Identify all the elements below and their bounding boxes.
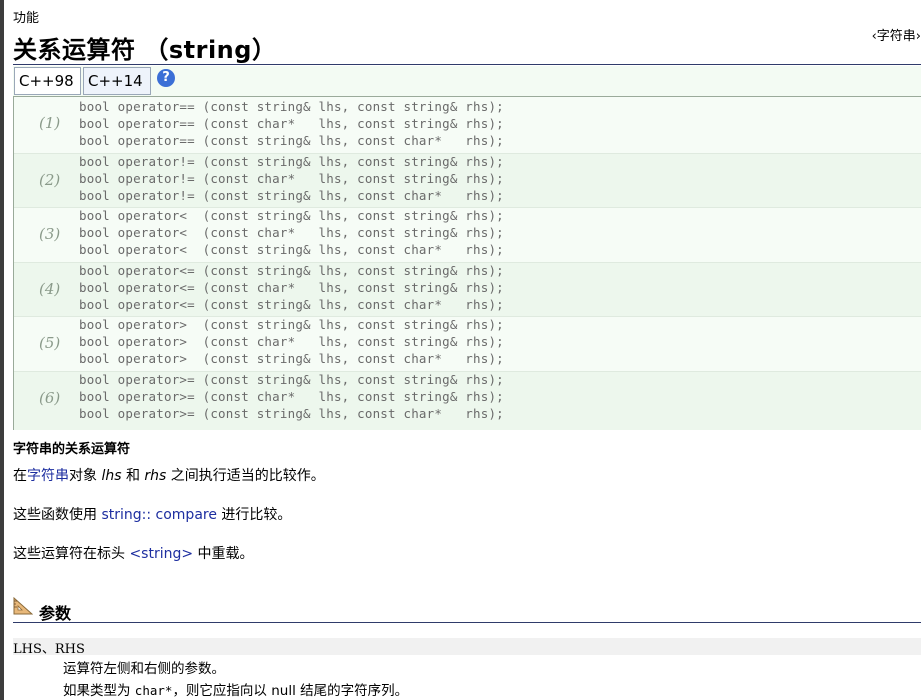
prototype-line: bool operator<= (const string& lhs, cons…	[79, 263, 504, 278]
string-link[interactable]: 字符串	[27, 468, 69, 484]
prototype-number: (1)	[39, 114, 61, 132]
lhs-term: lhs	[101, 468, 122, 484]
prototype-line: bool operator== (const char* lhs, const …	[79, 116, 504, 131]
prototype-line: bool operator== (const string& lhs, cons…	[79, 99, 504, 114]
description-line-1: 在字符串对象 lhs 和 rhs 之间执行适当的比较作。	[13, 465, 325, 485]
version-tabs: C++98 C++14 ?	[13, 66, 921, 96]
section-label: 功能	[13, 11, 40, 26]
prototype-line: bool operator<= (const string& lhs, cons…	[79, 297, 504, 312]
tab-cpp98[interactable]: C++98	[14, 67, 81, 95]
desc-text: 中重载。	[193, 546, 254, 562]
summary-heading: 字符串的关系运算符	[13, 442, 131, 457]
prototype-line: bool operator< (const char* lhs, const s…	[79, 225, 504, 240]
prototype-group: (2) bool operator!= (const string& lhs, …	[14, 153, 921, 207]
prototype-line: bool operator!= (const string& lhs, cons…	[79, 188, 504, 203]
prototype-number: (3)	[39, 225, 61, 243]
prototype-line: bool operator< (const string& lhs, const…	[79, 208, 504, 223]
rhs-term: rhs	[144, 468, 167, 484]
desc-text: 进行比较。	[216, 507, 292, 523]
string-header-link[interactable]: <string>	[129, 546, 193, 562]
prototype-line: bool operator!= (const char* lhs, const …	[79, 171, 504, 186]
desc-text: ，则它应指向以 null 结尾的字符序列。	[172, 683, 409, 699]
tab-cpp14[interactable]: C++14	[83, 67, 151, 95]
prototype-number: (5)	[39, 334, 61, 352]
prototype-number: (4)	[39, 280, 61, 298]
left-edge-bar	[0, 0, 4, 700]
prototype-line: bool operator>= (const char* lhs, const …	[79, 389, 504, 404]
prototype-box: (1) bool operator== (const string& lhs, …	[13, 96, 921, 430]
prototype-number: (6)	[39, 389, 61, 407]
prototype-line: bool operator!= (const string& lhs, cons…	[79, 154, 504, 169]
desc-text: 这些函数使用	[13, 507, 102, 523]
desc-text: 对象	[69, 468, 102, 484]
prototype-line: bool operator<= (const char* lhs, const …	[79, 280, 504, 295]
desc-text: 在	[13, 468, 27, 484]
param-description-1: 运算符左侧和右侧的参数。	[63, 661, 225, 677]
string-compare-link[interactable]: string:: compare	[101, 507, 217, 523]
prototype-group: (1) bool operator== (const string& lhs, …	[14, 97, 921, 150]
header-link[interactable]: ‹字符串›	[872, 25, 921, 44]
prototype-group: (3) bool operator< (const string& lhs, c…	[14, 207, 921, 261]
param-term-row: LHS、RHS	[13, 638, 921, 657]
description-line-2: 这些函数使用 string:: compare 进行比较。	[13, 504, 291, 524]
prototype-group: (6) bool operator>= (const string& lhs, …	[14, 371, 921, 430]
ruler-triangle-icon	[13, 597, 33, 615]
title-divider	[13, 64, 921, 65]
parameters-heading: 参数	[39, 604, 72, 623]
parameters-divider	[13, 622, 921, 623]
prototype-line: bool operator> (const string& lhs, const…	[79, 317, 504, 332]
prototype-group: (4) bool operator<= (const string& lhs, …	[14, 262, 921, 316]
param-description-2: 如果类型为 char*，则它应指向以 null 结尾的字符序列。	[63, 679, 408, 699]
char-ptr-code: char*	[134, 683, 173, 698]
page-title: 关系运算符 （string）	[13, 36, 277, 64]
prototype-group: (5) bool operator> (const string& lhs, c…	[14, 316, 921, 370]
desc-text: 如果类型为	[63, 683, 135, 699]
help-icon[interactable]: ?	[157, 69, 175, 87]
prototype-line: bool operator== (const string& lhs, cons…	[79, 133, 504, 148]
prototype-line: bool operator> (const string& lhs, const…	[79, 351, 504, 366]
prototype-number: (2)	[39, 171, 61, 189]
param-term: LHS、RHS	[13, 642, 85, 657]
description-line-3: 这些运算符在标头 <string> 中重载。	[13, 543, 254, 563]
desc-text: 这些运算符在标头	[13, 546, 130, 562]
desc-text: 之间执行适当的比较作。	[166, 468, 325, 484]
prototype-line: bool operator>= (const string& lhs, cons…	[79, 406, 504, 421]
prototype-line: bool operator> (const char* lhs, const s…	[79, 334, 504, 349]
desc-text: 和	[121, 468, 145, 484]
prototype-line: bool operator< (const string& lhs, const…	[79, 242, 504, 257]
prototype-line: bool operator>= (const string& lhs, cons…	[79, 372, 504, 387]
